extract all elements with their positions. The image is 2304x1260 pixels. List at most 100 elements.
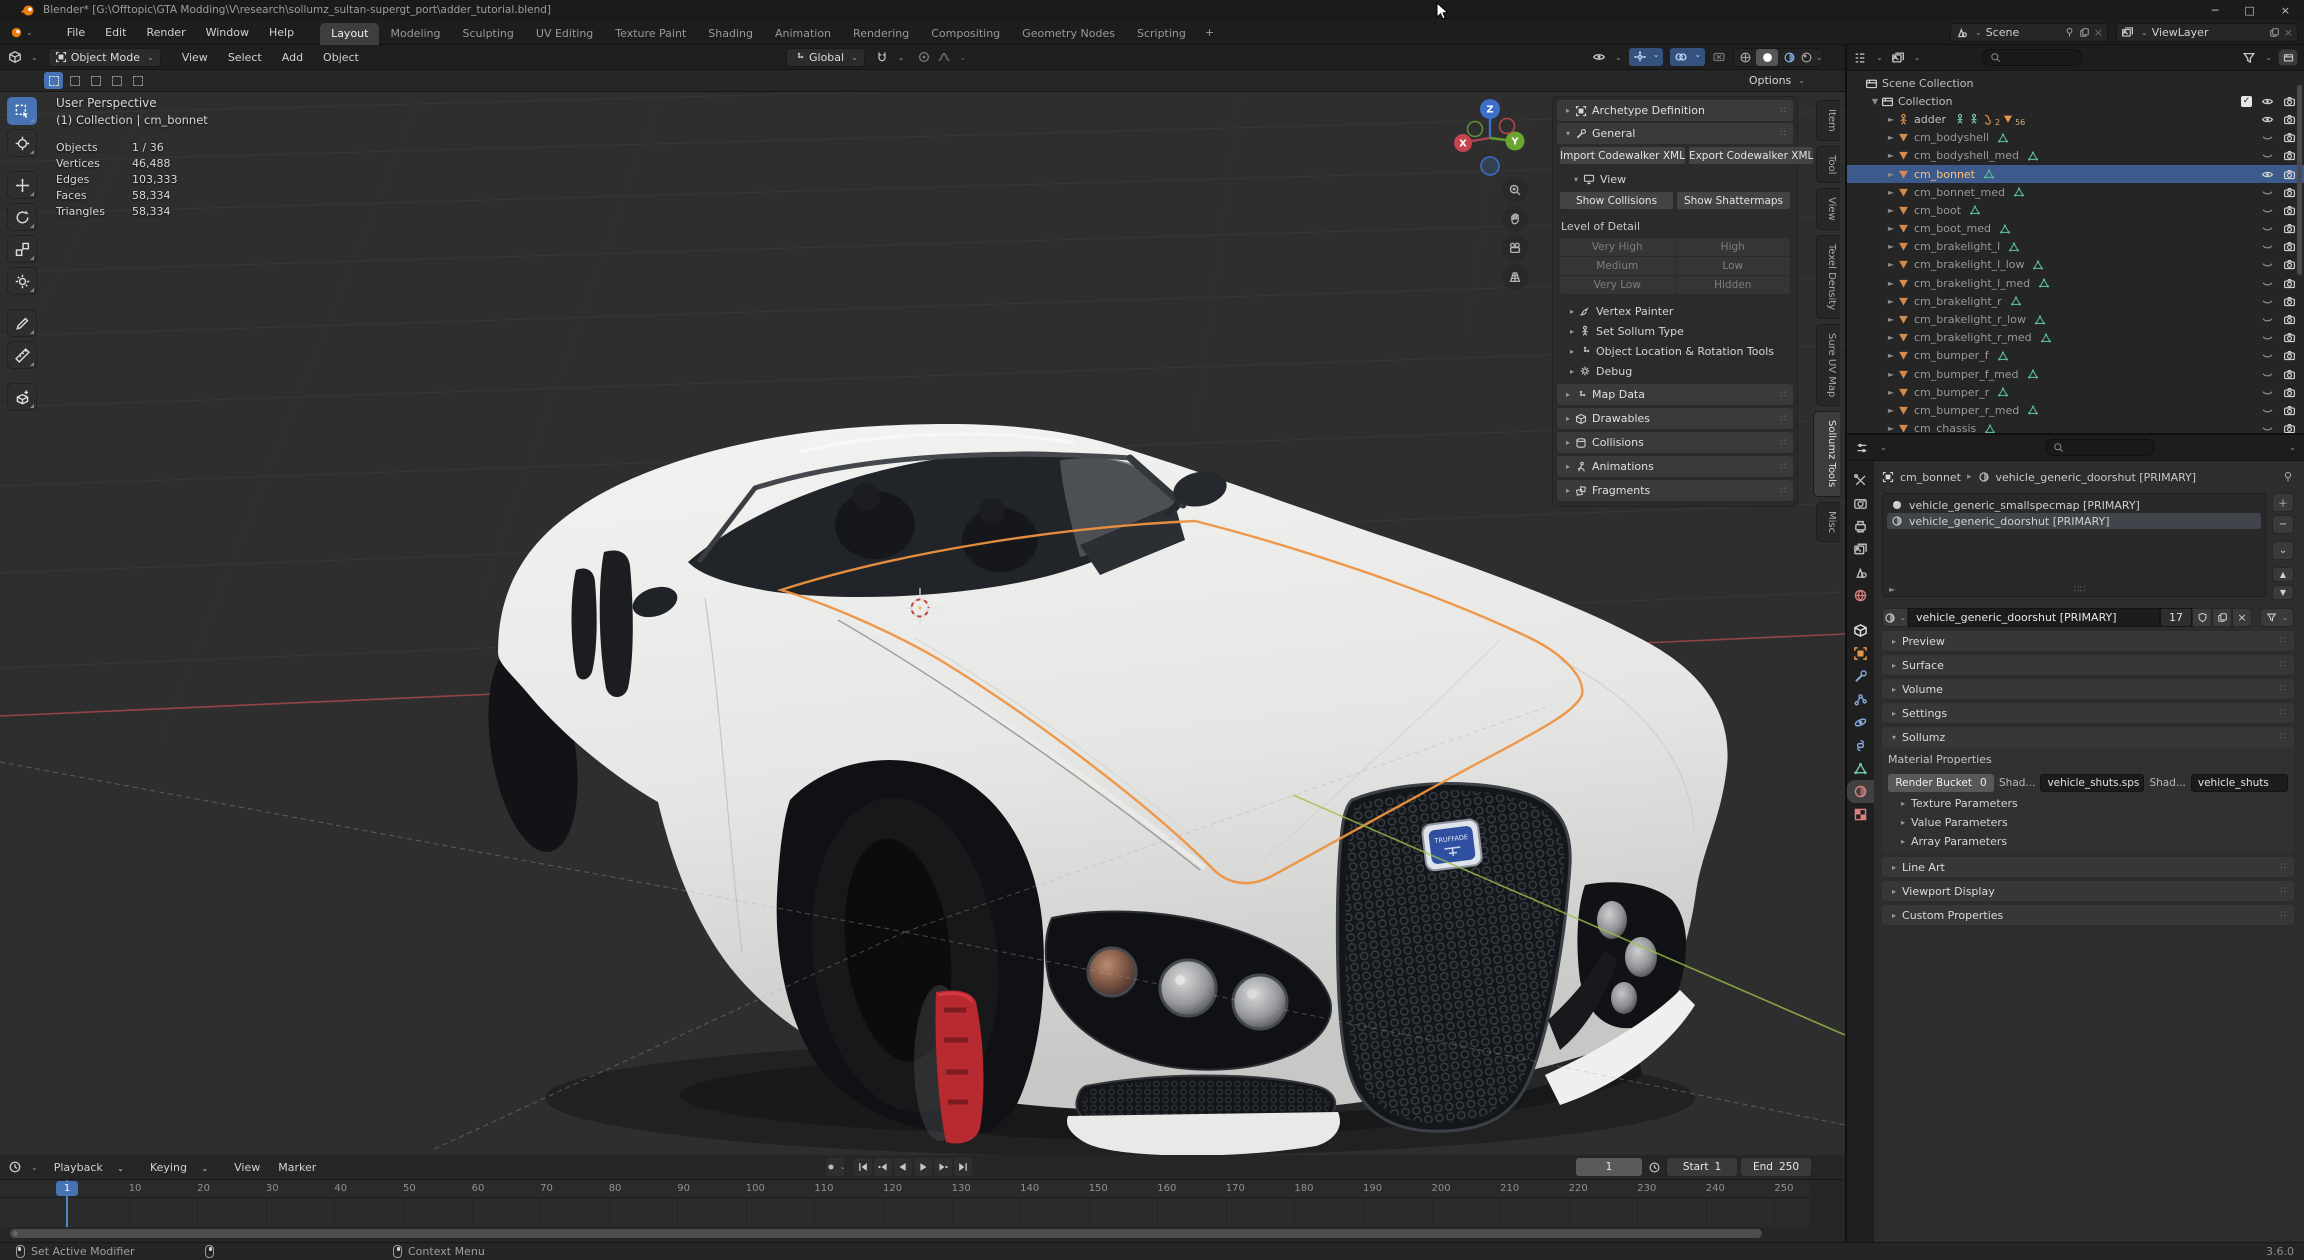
- render-visibility-toggle[interactable]: [2283, 240, 2296, 253]
- properties-tab-modifiers[interactable]: [1847, 665, 1874, 688]
- panel-map-data[interactable]: ▸ Map Data ∷: [1557, 384, 1793, 405]
- shader-name-field[interactable]: vehicle_shuts: [2190, 774, 2288, 792]
- playhead-frame-label[interactable]: 1: [56, 1181, 78, 1196]
- panel-fragments[interactable]: ▸ Fragments ∷: [1557, 480, 1793, 501]
- tool-annotate[interactable]: [7, 309, 37, 337]
- subpanel-value-parameters[interactable]: ▸ Value Parameters: [1888, 813, 2288, 832]
- gizmo-z-neg[interactable]: [1480, 156, 1500, 176]
- render-visibility-toggle[interactable]: [2283, 349, 2296, 362]
- auto-keying-button[interactable]: ⌄: [826, 1158, 845, 1176]
- material-name-field[interactable]: vehicle_generic_doorshut [PRIMARY]: [1908, 608, 2160, 627]
- hide-toggle[interactable]: [2261, 222, 2274, 235]
- perspective-toggle-button[interactable]: [1502, 264, 1528, 290]
- shading-material-button[interactable]: [1778, 49, 1800, 66]
- hide-toggle[interactable]: [2261, 131, 2274, 144]
- outliner-scrollbar[interactable]: [2297, 85, 2302, 275]
- workspace-tab-scripting[interactable]: Scripting: [1126, 23, 1197, 45]
- properties-tab-render[interactable]: [1847, 492, 1874, 515]
- viewlayer-selector[interactable]: ⌄ ViewLayer ×: [2116, 23, 2298, 42]
- hide-toggle[interactable]: [2261, 186, 2274, 199]
- add-workspace-button[interactable]: +: [1197, 26, 1222, 39]
- lod-medium-button[interactable]: Medium: [1560, 257, 1675, 275]
- hide-toggle[interactable]: [2261, 349, 2274, 362]
- unlink-material-button[interactable]: ×: [2232, 608, 2252, 627]
- menu-help[interactable]: Help: [261, 23, 302, 42]
- outliner-row-cm_bonnet_med[interactable]: ► cm_bonnet_med: [1847, 183, 2304, 201]
- viewport-3d[interactable]: TRUFFADE User Perspective (1) Collection…: [0, 92, 1845, 1155]
- subpanel-vertex-painter[interactable]: ▸ Vertex Painter: [1557, 301, 1793, 321]
- orientation-selector[interactable]: Global ⌄: [786, 47, 865, 67]
- mode-selector[interactable]: Object Mode ⌄: [47, 47, 161, 67]
- npanel-tab-view[interactable]: View: [1816, 188, 1840, 230]
- render-visibility-toggle[interactable]: [2283, 168, 2296, 181]
- filter-icon[interactable]: [2242, 51, 2256, 65]
- pan-button[interactable]: [1502, 206, 1528, 232]
- hide-toggle[interactable]: [2261, 168, 2274, 181]
- properties-tab-output[interactable]: [1847, 515, 1874, 538]
- workspace-tab-layout[interactable]: Layout: [320, 22, 380, 45]
- properties-tab-constraints[interactable]: [1847, 734, 1874, 757]
- tool-transform[interactable]: [7, 267, 37, 295]
- properties-tab-data[interactable]: [1847, 757, 1874, 780]
- viewport-menu-select[interactable]: Select: [219, 48, 271, 67]
- outliner-row-cm_brakelight_l_med[interactable]: ► cm_brakelight_l_med: [1847, 274, 2304, 292]
- render-visibility-toggle[interactable]: [2283, 331, 2296, 344]
- workspace-tab-geometry-nodes[interactable]: Geometry Nodes: [1011, 23, 1126, 45]
- lod-very-high-button[interactable]: Very High: [1560, 238, 1675, 256]
- lod-high-button[interactable]: High: [1675, 238, 1790, 256]
- outliner-row-cm_brakelight_l[interactable]: ► cm_brakelight_l: [1847, 238, 2304, 256]
- render-bucket-field[interactable]: Render Bucket 0: [1888, 774, 1994, 792]
- zoom-button[interactable]: [1502, 177, 1528, 203]
- tool-measure[interactable]: [7, 341, 37, 369]
- outliner-row-cm_brakelight_r[interactable]: ► cm_brakelight_r: [1847, 292, 2304, 310]
- subpanel-set-sollum-type[interactable]: ▸ Set Sollum Type: [1557, 321, 1793, 341]
- camera-view-button[interactable]: [1502, 235, 1528, 261]
- timeline-menu-view[interactable]: View: [226, 1158, 268, 1177]
- select-mode-intersect[interactable]: [128, 72, 147, 89]
- outliner-row-Collection[interactable]: ▼ Collection ✓: [1847, 92, 2304, 110]
- menu-file[interactable]: File: [59, 23, 93, 42]
- next-keyframe-button[interactable]: [934, 1158, 952, 1176]
- maximize-button[interactable]: □: [2244, 4, 2254, 17]
- overlays-toggle[interactable]: ⌄: [1670, 48, 1706, 66]
- render-visibility-toggle[interactable]: [2283, 149, 2296, 162]
- hide-toggle[interactable]: [2261, 386, 2274, 399]
- render-visibility-toggle[interactable]: [2283, 422, 2296, 433]
- breadcrumb-material[interactable]: vehicle_generic_doorshut [PRIMARY]: [1996, 471, 2197, 484]
- use-preview-range-icon[interactable]: [1648, 1161, 1661, 1174]
- hide-toggle[interactable]: [2261, 149, 2274, 162]
- properties-tab-texture[interactable]: [1847, 803, 1874, 826]
- options-button[interactable]: Options ⌄: [1743, 72, 1811, 89]
- render-visibility-toggle[interactable]: [2283, 386, 2296, 399]
- subpanel-debug[interactable]: ▸ Debug: [1557, 361, 1793, 381]
- npanel-tab-texel-density[interactable]: Texel Density: [1816, 234, 1840, 320]
- properties-tab-scene[interactable]: [1847, 561, 1874, 584]
- hide-toggle[interactable]: [2261, 404, 2274, 417]
- copy-material-button[interactable]: [2212, 608, 2232, 627]
- workspace-tab-animation[interactable]: Animation: [764, 23, 842, 45]
- outliner-row-cm_brakelight_r_low[interactable]: ► cm_brakelight_r_low: [1847, 310, 2304, 328]
- viewport-menu-view[interactable]: View: [173, 48, 217, 67]
- timeline-track[interactable]: [0, 1198, 1810, 1227]
- hide-toggle[interactable]: [2261, 313, 2274, 326]
- shading-solid-button[interactable]: [1756, 48, 1779, 66]
- outliner-row-cm_bodyshell_med[interactable]: ► cm_bodyshell_med: [1847, 147, 2304, 165]
- panel-surface[interactable]: ▸ Surface ∷: [1882, 655, 2294, 675]
- timeline-menu-playback[interactable]: Playback ⌄: [46, 1158, 140, 1177]
- frame-end-field[interactable]: End 250: [1741, 1158, 1811, 1176]
- hide-toggle[interactable]: [2261, 331, 2274, 344]
- blender-menu-icon[interactable]: [8, 25, 23, 40]
- navigation-gizmo[interactable]: Z X Y: [1444, 92, 1536, 184]
- panel-custom-properties[interactable]: ▸ Custom Properties ∷: [1882, 905, 2294, 925]
- render-visibility-toggle[interactable]: [2283, 277, 2296, 290]
- export-codewalker-button[interactable]: Export Codewalker XML: [1687, 146, 1815, 165]
- lod-hidden-button[interactable]: Hidden: [1675, 276, 1790, 294]
- properties-tab-particles[interactable]: [1847, 688, 1874, 711]
- render-visibility-toggle[interactable]: [2283, 95, 2296, 108]
- npanel-tab-sollumz-tools[interactable]: Sollumz Tools: [1813, 411, 1840, 497]
- material-filter-button[interactable]: ⌄: [2260, 608, 2294, 627]
- tool-cursor[interactable]: [7, 129, 37, 157]
- panel-volume[interactable]: ▸ Volume ∷: [1882, 679, 2294, 699]
- shading-wireframe-button[interactable]: [1734, 49, 1756, 66]
- npanel-tab-tool[interactable]: Tool: [1816, 145, 1840, 184]
